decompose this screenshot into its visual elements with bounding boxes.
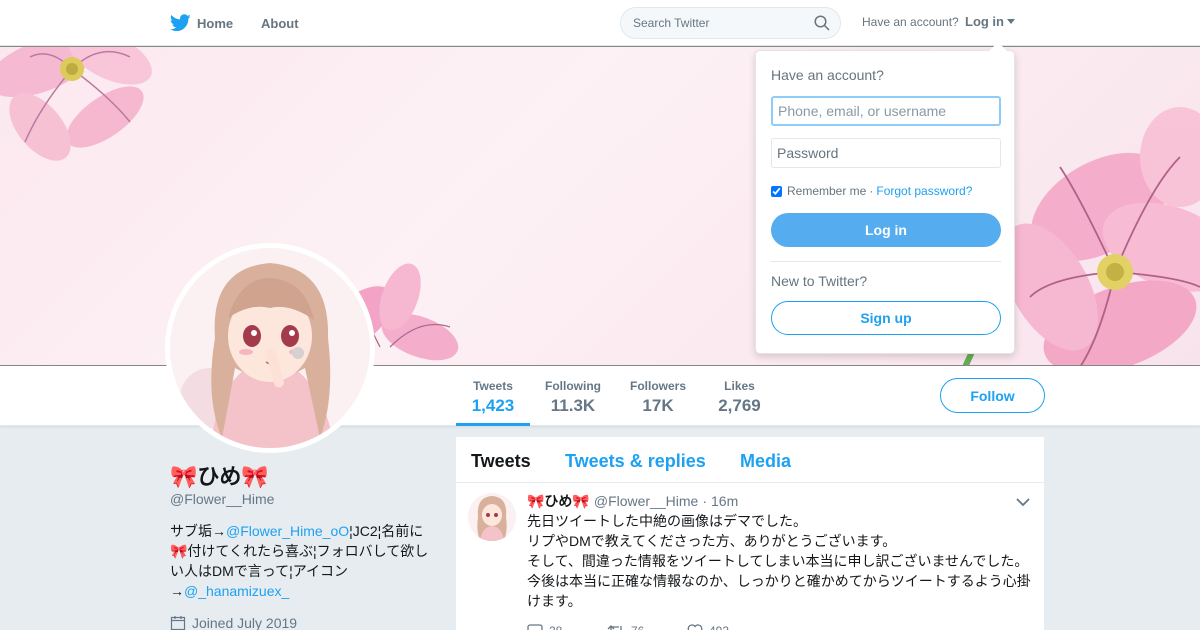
nav-home-label: Home: [197, 15, 234, 31]
bio-link-sub-account[interactable]: @Flower_Hime_oO: [226, 523, 349, 539]
profile-bio: サブ垢→@Flower_Hime_oO¦JC2¦名前に🎀付けてくれたら喜ぶ¦フォ…: [170, 521, 435, 601]
reply-count: 28: [549, 624, 562, 630]
remember-me-label: Remember me: [787, 184, 867, 198]
joined-date-text: Joined July 2019: [192, 615, 298, 630]
username-field[interactable]: [771, 96, 1001, 126]
tweet-header: 🎀ひめ🎀 @Flower__Hime · 16m: [527, 491, 738, 511]
tweet-line: リプやDMで教えてくださった方、ありがとうございます。: [527, 533, 897, 549]
top-navigation-bar: Home About Have an account? Log in: [0, 0, 1200, 46]
follow-button[interactable]: Follow: [940, 378, 1045, 413]
remember-me-checkbox[interactable]: [771, 185, 782, 197]
login-toggle-label: Log in: [965, 14, 1004, 29]
twitter-bird-icon: [170, 14, 191, 32]
stat-likes-value: 2,769: [718, 396, 761, 415]
search-icon[interactable]: [814, 15, 830, 31]
tab-tweets[interactable]: Tweets: [471, 451, 531, 472]
stat-tweets-label: Tweets: [473, 379, 513, 393]
like-button[interactable]: 493: [687, 624, 767, 630]
stat-tweets[interactable]: Tweets 1,423: [456, 366, 530, 426]
password-field[interactable]: [771, 138, 1001, 168]
dropdown-notch: [989, 42, 1007, 51]
tweet-avatar-illustration: [468, 493, 516, 541]
dropdown-divider: [771, 261, 1001, 262]
stat-followers-label: Followers: [629, 379, 686, 393]
signup-button[interactable]: Sign up: [771, 301, 1001, 335]
forgot-password-link[interactable]: Forgot password?: [876, 184, 972, 198]
tweet-line: そして、間違った情報をツイートしてしまい本当に申し訳ございませんでした。: [527, 553, 1029, 569]
search-input[interactable]: [621, 8, 801, 38]
stat-following-label: Following: [545, 379, 601, 393]
login-dropdown: Have an account? Remember me · Forgot pa…: [755, 42, 1015, 354]
reply-button[interactable]: 28: [527, 624, 607, 630]
login-dropdown-title: Have an account?: [771, 67, 884, 83]
tweet-header-separator: ·: [702, 493, 708, 509]
bio-text-1: サブ垢→: [170, 523, 226, 539]
have-account-text: Have an account?: [862, 15, 959, 29]
search-box: [620, 7, 841, 39]
retweet-button[interactable]: 76: [607, 624, 687, 630]
login-dropdown-toggle[interactable]: Log in: [965, 14, 1015, 29]
nav-home[interactable]: Home: [170, 0, 233, 46]
tweet-avatar[interactable]: [468, 493, 516, 541]
tweet-text: 先日ツイートした中絶の画像はデマでした。 リプやDMで教えてくださった方、ありが…: [527, 511, 1037, 611]
profile-avatar[interactable]: [165, 243, 375, 453]
profile-joined-date: Joined July 2019: [170, 615, 297, 630]
tweet-line: 今後は本当に正確な情報なのか、しっかりと確かめてからツイートするよう心掛けます。: [527, 573, 1031, 609]
profile-name: 🎀ひめ🎀: [170, 464, 269, 489]
caret-down-icon: [1007, 19, 1015, 24]
stat-following-value: 11.3K: [550, 396, 596, 415]
timeline-tabs: Tweets Tweets & replies Media: [456, 437, 1044, 483]
tab-media[interactable]: Media: [740, 451, 791, 472]
tweet-timestamp[interactable]: 16m: [711, 493, 738, 509]
stat-followers[interactable]: Followers 17K: [625, 366, 691, 426]
heart-icon: [687, 624, 703, 630]
new-to-twitter-text: New to Twitter?: [771, 273, 868, 289]
stat-likes-label: Likes: [724, 379, 755, 393]
tweet-item[interactable]: 🎀ひめ🎀 @Flower__Hime · 16m 先日ツイートした中絶の画像はデ…: [456, 483, 1044, 630]
reply-icon: [527, 624, 543, 630]
stat-tweets-value: 1,423: [471, 396, 515, 415]
nav-about[interactable]: About: [261, 0, 299, 46]
tweet-timeline: Tweets Tweets & replies Media 🎀ひめ🎀 @Flow…: [456, 437, 1044, 630]
tweet-line: 先日ツイートした中絶の画像はデマでした。: [527, 513, 807, 529]
chevron-down-icon[interactable]: [1016, 497, 1030, 507]
tweet-author-name[interactable]: 🎀ひめ🎀: [527, 491, 590, 511]
flower-top-left: [0, 47, 152, 161]
bio-link-icon-credit[interactable]: @_hanamizuex_: [184, 583, 289, 599]
profile-handle[interactable]: @Flower__Hime: [170, 491, 274, 507]
stat-likes[interactable]: Likes 2,769: [712, 366, 767, 426]
nav-about-label: About: [261, 15, 299, 31]
tab-tweets-and-replies[interactable]: Tweets & replies: [565, 451, 706, 472]
tweet-author-handle[interactable]: @Flower__Hime: [594, 493, 698, 509]
remember-separator: ·: [869, 184, 874, 198]
stat-followers-value: 17K: [642, 396, 674, 415]
stat-following[interactable]: Following 11.3K: [540, 366, 606, 426]
avatar-illustration: [170, 248, 370, 448]
remember-me-row: Remember me · Forgot password?: [771, 184, 972, 198]
login-button[interactable]: Log in: [771, 213, 1001, 247]
calendar-icon: [170, 616, 186, 630]
retweet-count: 76: [631, 624, 644, 630]
tweet-actions: 28 76 493: [527, 624, 767, 630]
like-count: 493: [709, 624, 729, 630]
retweet-icon: [607, 625, 622, 630]
